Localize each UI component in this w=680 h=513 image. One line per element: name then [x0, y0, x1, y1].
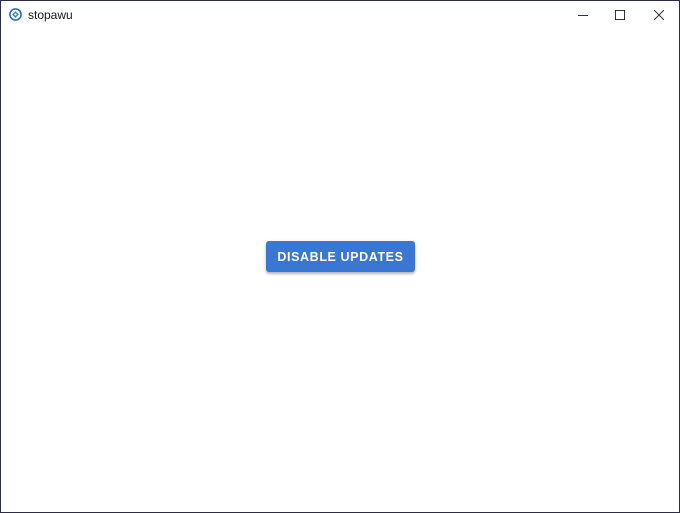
minimize-icon [578, 10, 588, 20]
close-button[interactable] [639, 1, 679, 29]
main-content: DISABLE UPDATES [1, 29, 679, 512]
title-bar[interactable]: stopawu [1, 1, 679, 29]
close-icon [654, 10, 664, 20]
maximize-button[interactable] [600, 1, 640, 29]
maximize-icon [615, 10, 625, 20]
disable-updates-button[interactable]: DISABLE UPDATES [266, 241, 415, 272]
window-title: stopawu [28, 8, 73, 22]
app-window: stopawu DISABLE UPDATES [0, 0, 680, 513]
app-icon [9, 8, 22, 21]
minimize-button[interactable] [563, 1, 603, 29]
